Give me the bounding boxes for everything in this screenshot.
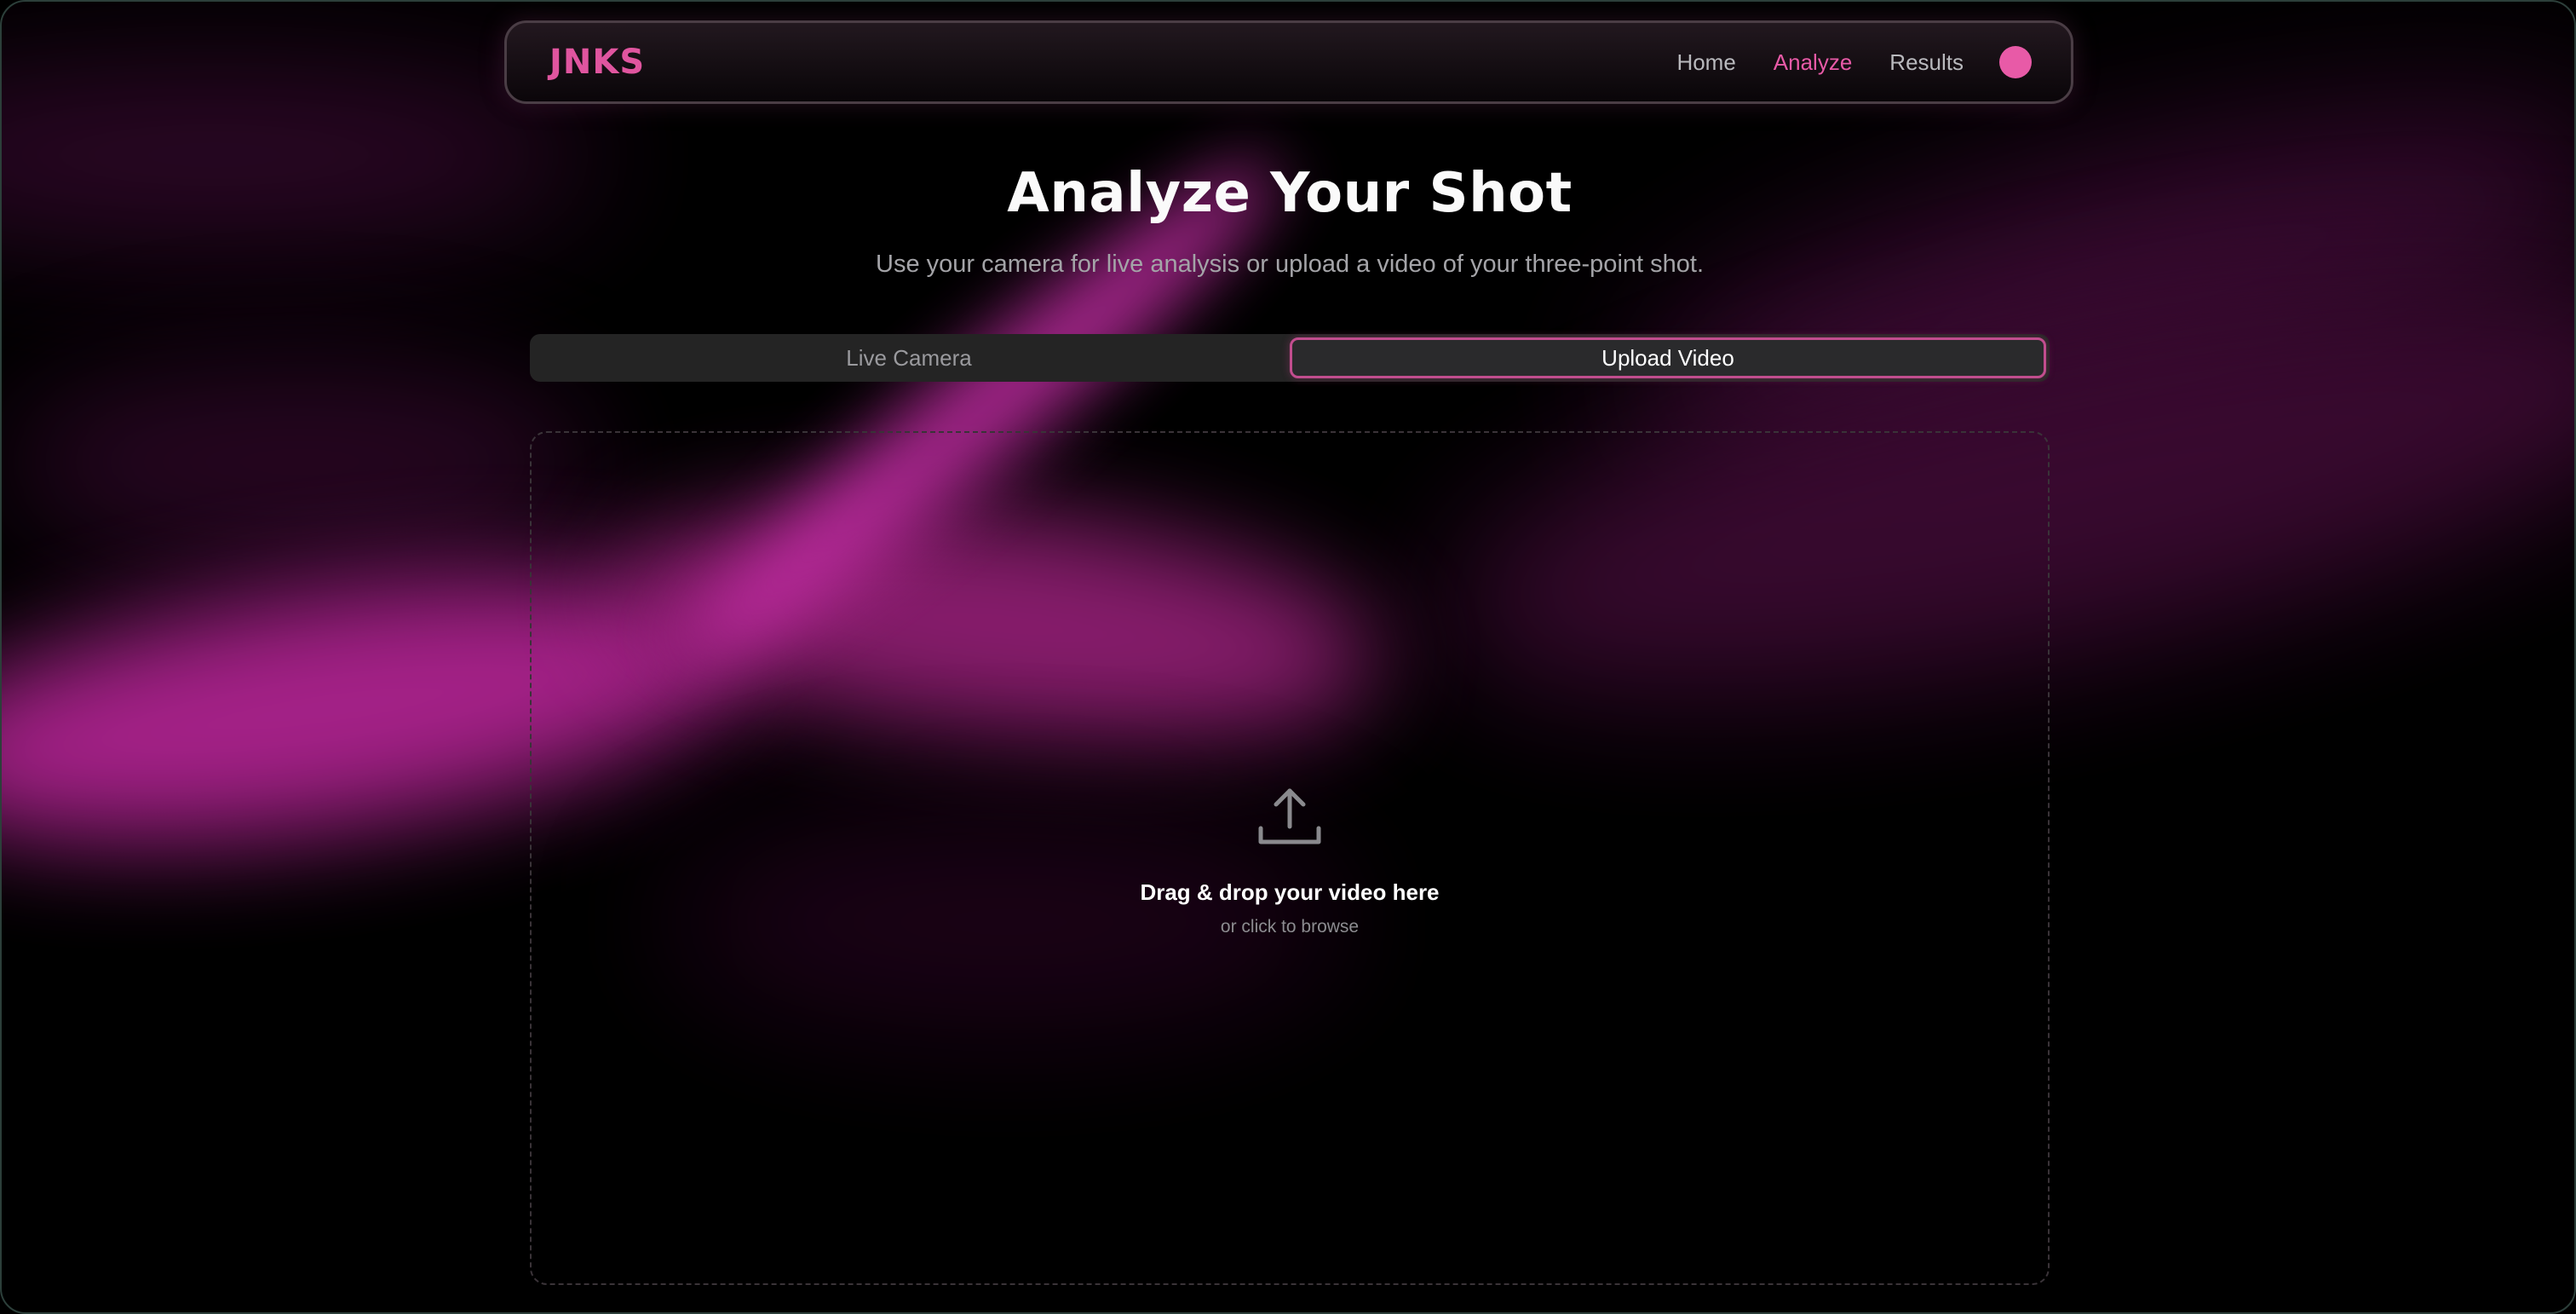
app-frame: JNKS Home Analyze Results Analyze Your S… <box>0 0 2576 1314</box>
nav-link-home[interactable]: Home <box>1676 49 1735 76</box>
upload-icon <box>1258 788 1321 844</box>
tab-upload-video[interactable]: Upload Video <box>1290 337 2046 378</box>
dropzone-title: Drag & drop your video here <box>1140 879 1440 905</box>
video-dropzone[interactable] <box>530 431 2050 1285</box>
top-navbar: JNKS Home Analyze Results <box>504 20 2073 104</box>
nav-links: Home Analyze Results <box>1639 46 2032 78</box>
mode-tabs: Live Camera Upload Video <box>530 334 2050 382</box>
page-subtitle: Use your camera for live analysis or upl… <box>876 251 1704 278</box>
nav-link-analyze[interactable]: Analyze <box>1774 49 1853 76</box>
nav-link-results[interactable]: Results <box>1889 49 1964 76</box>
logo[interactable]: JNKS <box>549 43 645 82</box>
page-title: Analyze Your Shot <box>1007 162 1573 225</box>
dropzone-browse-link[interactable]: or click to browse <box>2 917 2574 937</box>
tab-live-camera[interactable]: Live Camera <box>533 337 1285 378</box>
avatar[interactable] <box>1999 46 2032 78</box>
